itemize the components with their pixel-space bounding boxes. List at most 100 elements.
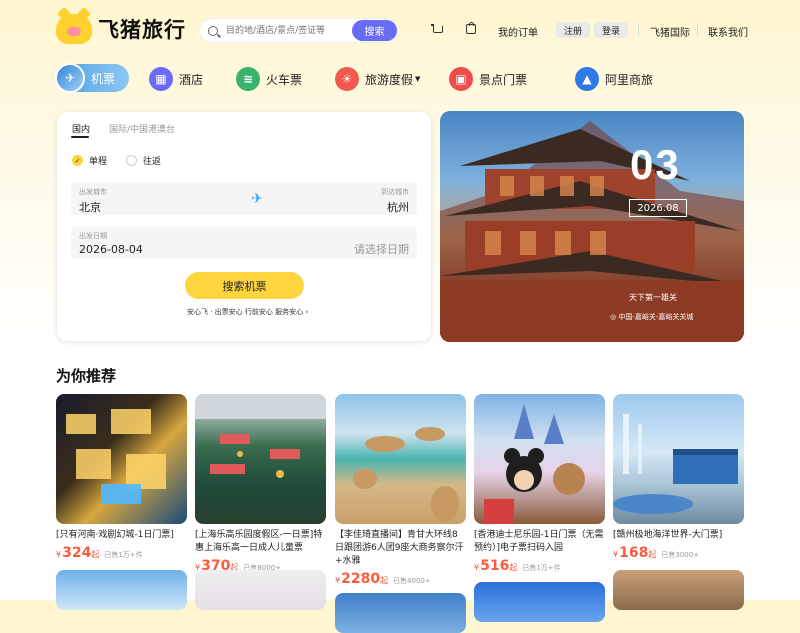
radio-oneway[interactable]: ✓ 单程 bbox=[72, 154, 107, 167]
city-field: 出发城市 北京 ✈ 到达城市 杭州 bbox=[71, 183, 417, 215]
product-card[interactable]: [赣州极地海洋世界-大门票] ¥168 起已售3000+ bbox=[613, 394, 744, 561]
nav-item-label: 火车票 bbox=[266, 72, 303, 87]
my-orders-link[interactable]: 我的订单 bbox=[498, 24, 538, 39]
banner-location-text: 中国-嘉峪关-嘉峪关关城 bbox=[618, 313, 694, 321]
nav-item-label: 酒店 bbox=[179, 72, 204, 87]
chevron-down-icon: ▼ bbox=[415, 75, 421, 83]
product-card-partial[interactable] bbox=[613, 570, 744, 610]
yen-symbol: ¥ bbox=[613, 550, 619, 559]
nav-item-business-travel[interactable]: ▲ 阿里商旅 bbox=[575, 64, 653, 94]
banner-caption: 天下第一雄关 bbox=[629, 293, 677, 302]
product-card-partial[interactable] bbox=[474, 582, 605, 622]
search-button[interactable]: 搜索 bbox=[352, 20, 397, 41]
nav-item-train[interactable]: ≋ 火车票 bbox=[236, 64, 302, 94]
radio-roundtrip[interactable]: 往返 bbox=[126, 154, 161, 167]
nav-item-vacation[interactable]: ☀ 旅游度假 ▼ bbox=[335, 64, 420, 94]
return-date-input[interactable]: 请选择日期 bbox=[354, 241, 409, 257]
price-suffix: 起 bbox=[648, 550, 657, 559]
banner-date: 2026.08 bbox=[629, 199, 687, 217]
product-card-partial[interactable] bbox=[335, 593, 466, 633]
yen-symbol: ¥ bbox=[335, 576, 341, 585]
login-button[interactable]: 登录 bbox=[594, 22, 629, 38]
search-bar: 搜索 bbox=[200, 19, 397, 42]
tab-underline bbox=[71, 136, 89, 138]
price-value: 168 bbox=[619, 545, 649, 561]
product-card[interactable]: [上海乐高乐园度假区-一日票]特惠上海乐高一日成人儿童票 ¥370 起已售8000… bbox=[195, 394, 326, 574]
flight-booking-panel: 国内 国际/中国港澳台 ✓ 单程 往返 出发城市 北京 ✈ 到达城市 杭州 出发… bbox=[57, 112, 431, 341]
yen-symbol: ¥ bbox=[474, 563, 480, 572]
logo[interactable]: 飞猪旅行 bbox=[56, 14, 186, 44]
check-icon: ✓ bbox=[72, 155, 83, 166]
to-city-input[interactable]: 杭州 bbox=[387, 199, 409, 215]
radio-circle-icon bbox=[126, 155, 137, 166]
price-suffix: 起 bbox=[509, 563, 518, 572]
price-suffix: 起 bbox=[380, 576, 389, 585]
sold-count: 已售4000+ bbox=[393, 577, 431, 585]
cart-icon[interactable] bbox=[431, 24, 443, 33]
sold-count: 已售1万+件 bbox=[104, 551, 143, 559]
product-title: [上海乐高乐园度假区-一日票]特惠上海乐高一日成人儿童票 bbox=[195, 530, 323, 553]
yen-symbol: ¥ bbox=[56, 550, 62, 559]
bag-icon[interactable] bbox=[466, 22, 476, 34]
product-image bbox=[613, 394, 744, 524]
depart-date-label: 出发日期 bbox=[79, 232, 107, 240]
search-input[interactable] bbox=[224, 24, 348, 37]
pig-logo-icon bbox=[56, 14, 92, 44]
product-price: ¥516 起已售1万+件 bbox=[474, 558, 605, 574]
hotel-icon: ▦ bbox=[149, 67, 173, 91]
train-icon: ≋ bbox=[236, 67, 260, 91]
ticket-icon: ▣ bbox=[449, 67, 473, 91]
date-field: 出发日期 2026-08-04 请选择日期 bbox=[71, 227, 417, 259]
swap-icon[interactable]: ✈ bbox=[248, 190, 266, 208]
nav-item-hotel[interactable]: ▦ 酒店 bbox=[149, 64, 203, 94]
radio-label: 单程 bbox=[89, 157, 108, 167]
nav-item-label: 旅游度假 bbox=[365, 72, 414, 87]
product-card[interactable]: [只有河南·戏剧幻城-1日门票] ¥324 起已售1万+件 bbox=[56, 394, 187, 561]
sold-count: 已售3000+ bbox=[661, 551, 700, 559]
search-icon bbox=[208, 25, 218, 36]
tab-domestic[interactable]: 国内 bbox=[72, 122, 90, 135]
product-title: [赣州极地海洋世界-大门票] bbox=[613, 530, 723, 540]
search-flights-button[interactable]: 搜索机票 bbox=[185, 272, 304, 299]
header-divider bbox=[638, 23, 639, 37]
product-card-partial[interactable] bbox=[56, 570, 187, 610]
product-card-partial[interactable] bbox=[195, 570, 326, 610]
nav-item-label: 景点门票 bbox=[479, 72, 528, 87]
product-card[interactable]: [香港迪士尼乐园-1日门票（无需预约）]电子票扫码入园 ¥516 起已售1万+件 bbox=[474, 394, 605, 574]
destination-banner[interactable]: 03 2026.08 天下第一雄关 ◎ 中国-嘉峪关-嘉峪关关城 bbox=[440, 111, 744, 342]
product-title: 【李佳琦直播间】青甘大环线8日跟团游6人团9座大商务察尔汗+水雅 bbox=[335, 530, 464, 566]
from-city-label: 出发城市 bbox=[79, 188, 107, 196]
product-image bbox=[335, 394, 466, 524]
price-suffix: 起 bbox=[91, 550, 100, 559]
product-image bbox=[195, 394, 326, 524]
vacation-icon: ☀ bbox=[335, 67, 359, 91]
price-value: 2280 bbox=[341, 571, 381, 587]
product-card[interactable]: 【李佳琦直播间】青甘大环线8日跟团游6人团9座大商务察尔汗+水雅 ¥2280 起已… bbox=[335, 394, 466, 587]
banner-location: ◎ 中国-嘉峪关-嘉峪关关城 bbox=[610, 313, 694, 321]
jiayuguan-tower-image bbox=[440, 121, 744, 342]
register-button[interactable]: 注册 bbox=[556, 22, 591, 38]
product-image bbox=[474, 394, 605, 524]
plane-icon: ✈ bbox=[55, 63, 85, 93]
header-divider bbox=[697, 23, 698, 37]
product-price: ¥168 起已售3000+ bbox=[613, 545, 744, 561]
price-value: 324 bbox=[62, 545, 92, 561]
product-price: ¥324 起已售1万+件 bbox=[56, 545, 187, 561]
assurance-link[interactable]: 安心飞 · 出票安心 行前安心 服务安心 › bbox=[187, 307, 308, 317]
price-value: 516 bbox=[480, 558, 510, 574]
product-price: ¥2280 起已售4000+ bbox=[335, 571, 466, 587]
depart-date-input[interactable]: 2026-08-04 bbox=[79, 243, 143, 256]
business-travel-icon: ▲ bbox=[575, 67, 599, 91]
nav-item-tickets[interactable]: ▣ 景点门票 bbox=[449, 64, 527, 94]
contact-us-link[interactable]: 联系我们 bbox=[708, 24, 748, 39]
fliggy-international-link[interactable]: 飞猪国际 bbox=[650, 24, 690, 39]
banner-day: 03 bbox=[630, 141, 681, 188]
sold-count: 已售1万+件 bbox=[522, 564, 561, 572]
from-city-input[interactable]: 北京 bbox=[79, 199, 101, 215]
tab-international[interactable]: 国际/中国港澳台 bbox=[109, 122, 175, 135]
nav-item-flights[interactable]: ✈ 机票 bbox=[55, 63, 129, 93]
nav-item-label: 阿里商旅 bbox=[605, 72, 654, 87]
radio-label: 往返 bbox=[143, 157, 162, 167]
logo-text: 飞猪旅行 bbox=[98, 18, 186, 42]
product-title: [只有河南·戏剧幻城-1日门票] bbox=[56, 530, 174, 540]
